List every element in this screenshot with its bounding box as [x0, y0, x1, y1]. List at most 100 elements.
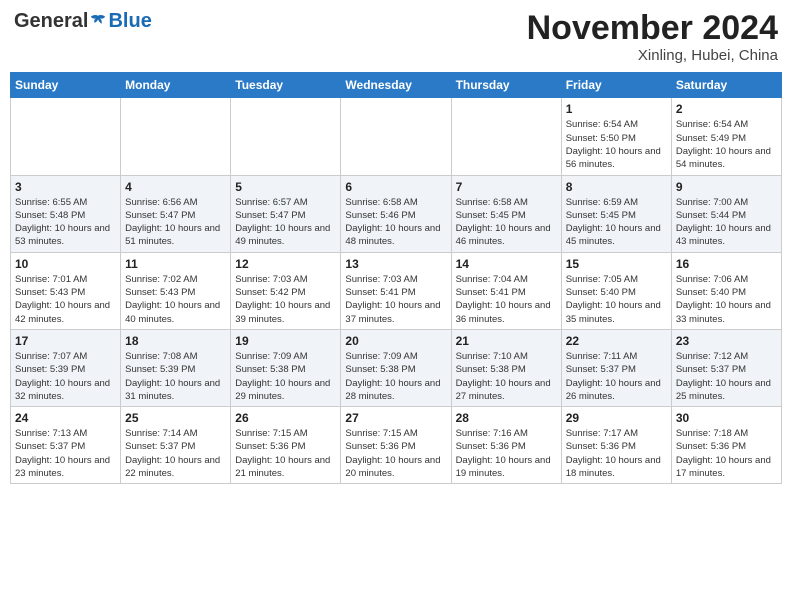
day-info: Sunrise: 7:04 AM Sunset: 5:41 PM Dayligh…	[456, 273, 557, 326]
table-row: 18Sunrise: 7:08 AM Sunset: 5:39 PM Dayli…	[121, 329, 231, 406]
day-info: Sunrise: 7:05 AM Sunset: 5:40 PM Dayligh…	[566, 273, 667, 326]
day-info: Sunrise: 7:07 AM Sunset: 5:39 PM Dayligh…	[15, 350, 116, 403]
table-row	[341, 98, 451, 175]
day-number: 23	[676, 334, 777, 348]
day-info: Sunrise: 6:54 AM Sunset: 5:49 PM Dayligh…	[676, 118, 777, 171]
header-wednesday: Wednesday	[341, 73, 451, 98]
table-row: 13Sunrise: 7:03 AM Sunset: 5:41 PM Dayli…	[341, 252, 451, 329]
day-number: 14	[456, 257, 557, 271]
day-info: Sunrise: 7:00 AM Sunset: 5:44 PM Dayligh…	[676, 196, 777, 249]
day-info: Sunrise: 7:06 AM Sunset: 5:40 PM Dayligh…	[676, 273, 777, 326]
table-row	[11, 98, 121, 175]
day-number: 21	[456, 334, 557, 348]
calendar-row-1: 1Sunrise: 6:54 AM Sunset: 5:50 PM Daylig…	[11, 98, 782, 175]
day-info: Sunrise: 7:18 AM Sunset: 5:36 PM Dayligh…	[676, 427, 777, 480]
logo-blue-text: Blue	[108, 10, 151, 33]
day-info: Sunrise: 6:59 AM Sunset: 5:45 PM Dayligh…	[566, 196, 667, 249]
table-row: 14 Sunrise: 7:04 AM Sunset: 5:41 PM Dayli…	[451, 252, 561, 329]
day-number: 6	[345, 180, 446, 194]
day-number: 30	[676, 411, 777, 425]
day-number: 3	[15, 180, 116, 194]
day-number: 15	[566, 257, 667, 271]
day-info: Sunrise: 7:10 AM Sunset: 5:38 PM Dayligh…	[456, 350, 557, 403]
day-number: 7	[456, 180, 557, 194]
day-number: 10	[15, 257, 116, 271]
day-number: 16	[676, 257, 777, 271]
day-info: Sunrise: 6:56 AM Sunset: 5:47 PM Dayligh…	[125, 196, 226, 249]
table-row: 21 Sunrise: 7:10 AM Sunset: 5:38 PM Dayli…	[451, 329, 561, 406]
table-row: 3 Sunrise: 6:55 AM Sunset: 5:48 PM Daylig…	[11, 175, 121, 252]
day-number: 25	[125, 411, 226, 425]
table-row: 25 Sunrise: 7:14 AM Sunset: 5:37 PM Dayli…	[121, 407, 231, 484]
day-info: Sunrise: 7:09 AM Sunset: 5:38 PM Dayligh…	[345, 350, 446, 403]
page-header: General Blue November 2024 Xinling, Hube…	[10, 10, 782, 64]
day-info: Sunrise: 6:55 AM Sunset: 5:48 PM Dayligh…	[15, 196, 116, 249]
table-row: 8 Sunrise: 6:59 AM Sunset: 5:45 PM Daylig…	[561, 175, 671, 252]
month-title-block: November 2024 Xinling, Hubei, China	[527, 10, 778, 64]
table-row: 20 Sunrise: 7:09 AM Sunset: 5:38 PM Dayli…	[341, 329, 451, 406]
day-number: 28	[456, 411, 557, 425]
table-row: 29Sunrise: 7:17 AM Sunset: 5:36 PM Dayli…	[561, 407, 671, 484]
table-row: 1Sunrise: 6:54 AM Sunset: 5:50 PM Daylig…	[561, 98, 671, 175]
table-row: 6Sunrise: 6:58 AM Sunset: 5:46 PM Daylig…	[341, 175, 451, 252]
table-row: 16 Sunrise: 7:06 AM Sunset: 5:40 PM Dayli…	[671, 252, 781, 329]
day-number: 4	[125, 180, 226, 194]
day-info: Sunrise: 6:57 AM Sunset: 5:47 PM Dayligh…	[235, 196, 336, 249]
logo: General Blue	[14, 10, 152, 33]
day-number: 27	[345, 411, 446, 425]
day-number: 5	[235, 180, 336, 194]
day-number: 1	[566, 102, 667, 116]
location-heading: Xinling, Hubei, China	[527, 47, 778, 64]
month-year-heading: November 2024	[527, 10, 778, 47]
table-row: 30 Sunrise: 7:18 AM Sunset: 5:36 PM Dayli…	[671, 407, 781, 484]
header-friday: Friday	[561, 73, 671, 98]
day-info: Sunrise: 7:03 AM Sunset: 5:42 PM Dayligh…	[235, 273, 336, 326]
day-number: 11	[125, 257, 226, 271]
header-sunday: Sunday	[11, 73, 121, 98]
table-row: 15 Sunrise: 7:05 AM Sunset: 5:40 PM Dayli…	[561, 252, 671, 329]
day-number: 2	[676, 102, 777, 116]
table-row: 26Sunrise: 7:15 AM Sunset: 5:36 PM Dayli…	[231, 407, 341, 484]
day-info: Sunrise: 7:15 AM Sunset: 5:36 PM Dayligh…	[235, 427, 336, 480]
table-row: 28Sunrise: 7:16 AM Sunset: 5:36 PM Dayli…	[451, 407, 561, 484]
header-saturday: Saturday	[671, 73, 781, 98]
table-row	[231, 98, 341, 175]
table-row: 5 Sunrise: 6:57 AM Sunset: 5:47 PM Daylig…	[231, 175, 341, 252]
logo-general-text: General	[14, 10, 88, 33]
table-row: 19 Sunrise: 7:09 AM Sunset: 5:38 PM Dayli…	[231, 329, 341, 406]
day-info: Sunrise: 7:12 AM Sunset: 5:37 PM Dayligh…	[676, 350, 777, 403]
calendar-row-4: 17Sunrise: 7:07 AM Sunset: 5:39 PM Dayli…	[11, 329, 782, 406]
day-info: Sunrise: 7:09 AM Sunset: 5:38 PM Dayligh…	[235, 350, 336, 403]
day-number: 19	[235, 334, 336, 348]
table-row: 2 Sunrise: 6:54 AM Sunset: 5:49 PM Daylig…	[671, 98, 781, 175]
day-info: Sunrise: 7:01 AM Sunset: 5:43 PM Dayligh…	[15, 273, 116, 326]
header-thursday: Thursday	[451, 73, 561, 98]
table-row: 7 Sunrise: 6:58 AM Sunset: 5:45 PM Daylig…	[451, 175, 561, 252]
day-number: 20	[345, 334, 446, 348]
calendar-row-5: 24 Sunrise: 7:13 AM Sunset: 5:37 PM Dayli…	[11, 407, 782, 484]
table-row: 22Sunrise: 7:11 AM Sunset: 5:37 PM Dayli…	[561, 329, 671, 406]
calendar-row-2: 3 Sunrise: 6:55 AM Sunset: 5:48 PM Daylig…	[11, 175, 782, 252]
day-info: Sunrise: 7:11 AM Sunset: 5:37 PM Dayligh…	[566, 350, 667, 403]
day-info: Sunrise: 7:14 AM Sunset: 5:37 PM Dayligh…	[125, 427, 226, 480]
table-row	[451, 98, 561, 175]
table-row: 17Sunrise: 7:07 AM Sunset: 5:39 PM Dayli…	[11, 329, 121, 406]
day-info: Sunrise: 7:02 AM Sunset: 5:43 PM Dayligh…	[125, 273, 226, 326]
logo-bird-icon	[89, 13, 107, 31]
day-number: 18	[125, 334, 226, 348]
weekday-header-row: Sunday Monday Tuesday Wednesday Thursday…	[11, 73, 782, 98]
table-row: 4 Sunrise: 6:56 AM Sunset: 5:47 PM Daylig…	[121, 175, 231, 252]
day-info: Sunrise: 6:58 AM Sunset: 5:45 PM Dayligh…	[456, 196, 557, 249]
day-info: Sunrise: 7:15 AM Sunset: 5:36 PM Dayligh…	[345, 427, 446, 480]
table-row: 12 Sunrise: 7:03 AM Sunset: 5:42 PM Dayli…	[231, 252, 341, 329]
day-info: Sunrise: 7:03 AM Sunset: 5:41 PM Dayligh…	[345, 273, 446, 326]
table-row: 11 Sunrise: 7:02 AM Sunset: 5:43 PM Dayli…	[121, 252, 231, 329]
day-info: Sunrise: 7:17 AM Sunset: 5:36 PM Dayligh…	[566, 427, 667, 480]
day-number: 12	[235, 257, 336, 271]
day-info: Sunrise: 7:13 AM Sunset: 5:37 PM Dayligh…	[15, 427, 116, 480]
calendar-table: Sunday Monday Tuesday Wednesday Thursday…	[10, 72, 782, 484]
table-row: 27 Sunrise: 7:15 AM Sunset: 5:36 PM Dayli…	[341, 407, 451, 484]
table-row: 10 Sunrise: 7:01 AM Sunset: 5:43 PM Dayli…	[11, 252, 121, 329]
day-number: 8	[566, 180, 667, 194]
day-number: 24	[15, 411, 116, 425]
